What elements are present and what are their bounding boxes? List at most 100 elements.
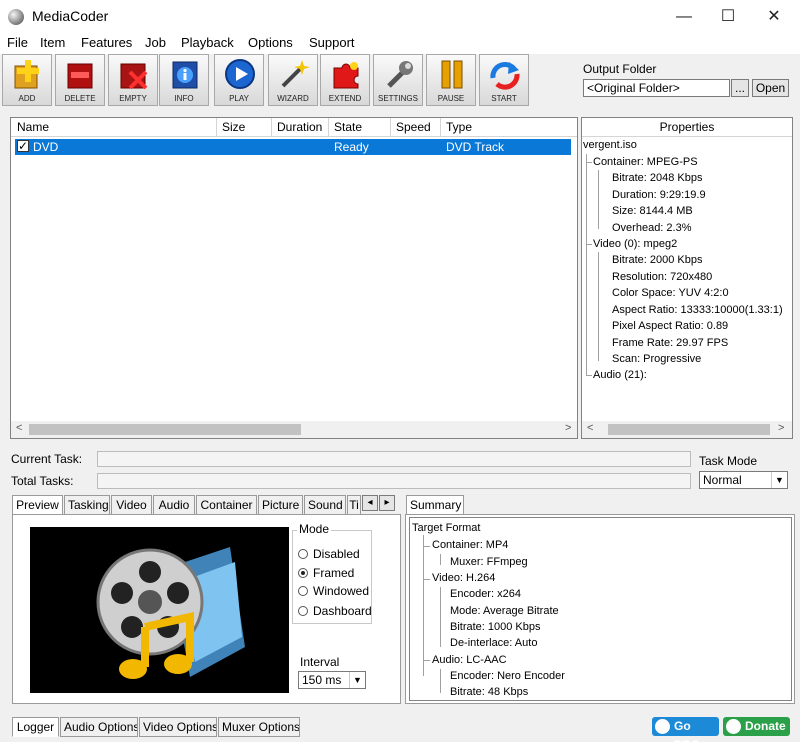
start-button[interactable]: START <box>479 54 529 106</box>
property-video: Video (0): mpeg2 <box>593 238 678 250</box>
scroll-thumb[interactable] <box>608 424 770 435</box>
extend-button[interactable]: EXTEND <box>320 54 370 106</box>
column-duration[interactable]: Duration <box>277 120 322 134</box>
tab-picture[interactable]: Picture <box>258 495 303 515</box>
summary-item: Mode: Average Bitrate <box>450 605 559 617</box>
minimize-button[interactable]: — <box>662 4 706 30</box>
table-row[interactable]: ✓ DVD Ready DVD Track <box>15 139 571 155</box>
task-mode-select[interactable]: Normal ▼ <box>699 471 788 489</box>
menu-features[interactable]: Features <box>81 35 132 50</box>
tab-video[interactable]: Video <box>111 495 152 515</box>
pause-icon <box>441 60 463 89</box>
summary-container: Container: MP4 <box>432 539 509 551</box>
tab-muxer-options[interactable]: Muxer Options <box>218 717 300 737</box>
summary-title: Target Format <box>412 522 481 534</box>
interval-select[interactable]: 150 ms ▼ <box>298 671 366 689</box>
add-button[interactable]: ADD <box>2 54 52 106</box>
task-mode-label: Task Mode <box>699 454 758 468</box>
column-type[interactable]: Type <box>446 120 472 134</box>
menu-support[interactable]: Support <box>309 35 355 50</box>
property-item: Aspect Ratio: 13333:10000(1.33:1) <box>612 304 783 316</box>
add-icon <box>14 60 39 89</box>
list-horizontal-scrollbar[interactable]: < > <box>11 421 577 438</box>
property-item: Pixel Aspect Ratio: 0.89 <box>612 320 729 332</box>
property-item: Resolution: 720x480 <box>612 271 713 283</box>
column-size[interactable]: Size <box>222 120 245 134</box>
property-item: Overhead: 2.3% <box>612 222 692 234</box>
scroll-left-arrow[interactable]: < <box>587 422 593 434</box>
column-name[interactable]: Name <box>17 120 49 134</box>
mode-disabled-radio[interactable]: Disabled <box>298 547 360 561</box>
empty-icon <box>120 63 148 90</box>
summary-tree[interactable]: Target Format Container: MP4 Muxer: FFmp… <box>409 517 792 701</box>
chevron-down-icon: ▼ <box>771 472 787 488</box>
menu-playback[interactable]: Playback <box>181 35 234 50</box>
empty-button[interactable]: EMPTY <box>108 54 158 106</box>
output-folder-label: Output Folder <box>583 62 657 76</box>
property-container: Container: MPEG-PS <box>593 156 698 168</box>
total-tasks-progress <box>97 473 691 489</box>
scroll-left-arrow[interactable]: < <box>16 422 22 434</box>
summary-muxer: Muxer: FFmpeg <box>450 556 528 568</box>
menu-options[interactable]: Options <box>248 35 293 50</box>
row-type: DVD Track <box>446 140 505 154</box>
menu-item[interactable]: Item <box>40 35 65 50</box>
mode-title: Mode <box>297 522 332 536</box>
maximize-button[interactable]: ☐ <box>706 4 750 30</box>
scroll-right-arrow[interactable]: > <box>778 422 784 434</box>
donate-button[interactable]: Donate <box>723 717 790 736</box>
tab-scroll-right[interactable]: ▸ <box>379 495 395 511</box>
row-checkbox[interactable]: ✓ <box>17 140 29 152</box>
start-icon <box>490 62 520 90</box>
summary-item: Encoder: Nero Encoder <box>450 670 565 682</box>
close-button[interactable]: ✕ <box>752 4 796 30</box>
tab-preview[interactable]: Preview <box>12 495 63 515</box>
play-button[interactable]: PLAY <box>214 54 264 106</box>
tab-summary[interactable]: Summary <box>406 495 464 515</box>
summary-item: Bitrate: 1000 Kbps <box>450 621 541 633</box>
go-pro-button[interactable]: Go PRO <box>652 717 719 742</box>
row-name: DVD <box>33 140 59 154</box>
properties-header: Properties <box>582 118 792 137</box>
properties-panel[interactable]: Properties vergent.iso Container: MPEG-P… <box>581 117 793 439</box>
summary-video: Video: H.264 <box>432 572 496 584</box>
properties-horizontal-scrollbar[interactable]: < > <box>582 421 792 438</box>
tab-video-options[interactable]: Video Options <box>139 717 217 737</box>
wizard-wand-icon <box>281 60 310 88</box>
browse-folder-button[interactable]: ... <box>731 79 749 97</box>
property-item: Bitrate: 2000 Kbps <box>612 254 703 266</box>
scroll-thumb[interactable] <box>29 424 301 435</box>
property-audio: Audio (21): <box>593 369 647 381</box>
tab-truncated[interactable]: Ti <box>347 495 361 515</box>
pause-button[interactable]: PAUSE <box>426 54 476 106</box>
wizard-button[interactable]: WIZARD <box>268 54 318 106</box>
wrench-icon <box>387 61 413 88</box>
menu-job[interactable]: Job <box>145 35 166 50</box>
output-folder-input[interactable] <box>583 79 730 97</box>
delete-button[interactable]: DELETE <box>55 54 105 106</box>
column-speed[interactable]: Speed <box>396 120 431 134</box>
settings-button[interactable]: SETTINGS <box>373 54 423 106</box>
tab-logger[interactable]: Logger <box>12 717 59 737</box>
open-folder-button[interactable]: Open <box>752 79 789 97</box>
tab-sound[interactable]: Sound <box>304 495 346 515</box>
mode-dashboard-radio[interactable]: Dashboard <box>298 604 372 618</box>
globe-icon <box>655 719 670 734</box>
summary-item: Bitrate: 48 Kbps <box>450 686 529 698</box>
menu-file[interactable]: File <box>7 35 28 50</box>
media-reel-icon <box>96 547 245 679</box>
title-bar: MediaCoder — ☐ ✕ <box>0 0 800 34</box>
tab-tasking[interactable]: Tasking <box>64 495 110 515</box>
file-list[interactable]: Name Size Duration State Speed Type ✓ DV… <box>10 117 578 439</box>
mode-framed-radio[interactable]: Framed <box>298 566 354 580</box>
mode-windowed-radio[interactable]: Windowed <box>298 584 369 598</box>
property-file: vergent.iso <box>583 139 637 151</box>
tab-scroll-left[interactable]: ◂ <box>362 495 378 511</box>
tab-audio-options[interactable]: Audio Options <box>60 717 138 737</box>
delete-icon <box>67 63 93 89</box>
tab-container[interactable]: Container <box>196 495 257 515</box>
scroll-right-arrow[interactable]: > <box>565 422 571 434</box>
tab-audio[interactable]: Audio <box>153 495 195 515</box>
info-button[interactable]: INFO <box>159 54 209 106</box>
column-state[interactable]: State <box>334 120 362 134</box>
